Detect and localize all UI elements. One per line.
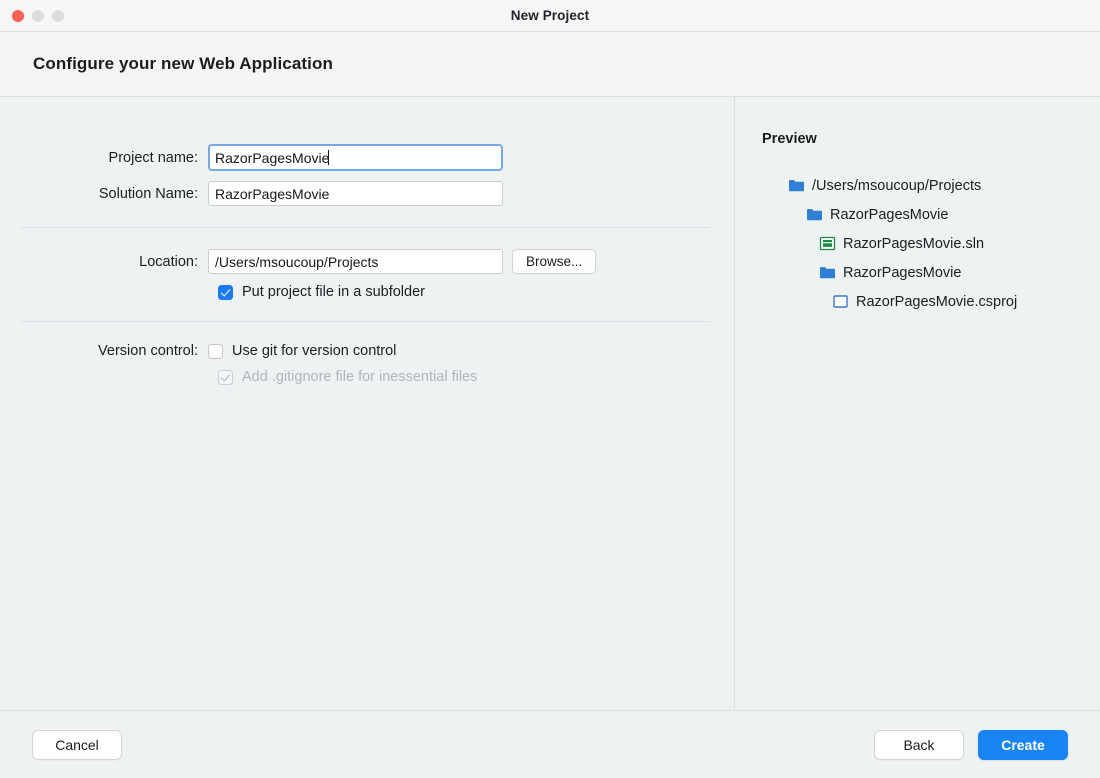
folder-icon: [819, 264, 836, 281]
text-caret: [328, 150, 329, 165]
preview-tree-node: RazorPagesMovie.sln: [762, 229, 1100, 258]
subfolder-label[interactable]: Put project file in a subfolder: [242, 284, 425, 300]
location-input[interactable]: /Users/msoucoup/Projects: [208, 249, 503, 274]
minimize-window-icon[interactable]: [32, 10, 44, 22]
project-name-label: Project name:: [0, 150, 208, 166]
preview-node-label: RazorPagesMovie: [843, 265, 961, 281]
preview-node-label: RazorPagesMovie: [830, 207, 948, 223]
configuration-form: Project name: RazorPagesMovie Solution N…: [0, 97, 734, 385]
gitignore-row: Add .gitignore file for inessential file…: [0, 369, 734, 385]
folder-icon: [806, 206, 823, 223]
gitignore-checkbox: [218, 370, 233, 385]
preview-node-label: RazorPagesMovie.sln: [843, 236, 984, 252]
configuration-pane: Project name: RazorPagesMovie Solution N…: [0, 97, 735, 710]
preview-title: Preview: [762, 131, 1100, 147]
cancel-button[interactable]: Cancel: [32, 730, 122, 760]
preview-tree-node: RazorPagesMovie: [762, 200, 1100, 229]
subfolder-checkbox[interactable]: [218, 285, 233, 300]
use-git-checkbox[interactable]: [208, 344, 223, 359]
maximize-window-icon[interactable]: [52, 10, 64, 22]
location-label: Location:: [0, 254, 208, 270]
location-row: Location: /Users/msoucoup/Projects Brows…: [0, 249, 734, 274]
dialog-header: Configure your new Web Application: [0, 32, 1100, 97]
project-name-input[interactable]: RazorPagesMovie: [208, 144, 503, 171]
preview-node-label: /Users/msoucoup/Projects: [812, 178, 981, 194]
title-bar: New Project: [0, 0, 1100, 32]
gitignore-label: Add .gitignore file for inessential file…: [242, 369, 477, 385]
window-title: New Project: [0, 8, 1100, 23]
project-file-icon: [832, 293, 849, 310]
solution-file-icon: [819, 235, 836, 252]
solution-name-row: Solution Name: RazorPagesMovie: [0, 181, 734, 206]
page-title: Configure your new Web Application: [33, 54, 333, 74]
browse-button[interactable]: Browse...: [512, 249, 596, 274]
footer-actions: Back Create: [874, 730, 1068, 760]
back-button[interactable]: Back: [874, 730, 964, 760]
project-name-value: RazorPagesMovie: [215, 150, 329, 166]
new-project-dialog: New Project Configure your new Web Appli…: [0, 0, 1100, 778]
preview-tree-node: /Users/msoucoup/Projects: [762, 171, 1100, 200]
form-divider-1: [20, 227, 710, 228]
close-window-icon[interactable]: [12, 10, 24, 22]
project-name-row: Project name: RazorPagesMovie: [0, 144, 734, 171]
dialog-body: Project name: RazorPagesMovie Solution N…: [0, 97, 1100, 710]
preview-tree-node: RazorPagesMovie: [762, 258, 1100, 287]
location-value: /Users/msoucoup/Projects: [215, 254, 378, 270]
traffic-lights: [0, 10, 64, 22]
preview-tree-node: RazorPagesMovie.csproj: [762, 287, 1100, 316]
form-divider-2: [20, 321, 710, 322]
solution-name-input[interactable]: RazorPagesMovie: [208, 181, 503, 206]
use-git-label[interactable]: Use git for version control: [232, 343, 396, 359]
preview-pane: Preview /Users/msoucoup/Projects RazorPa…: [735, 97, 1100, 710]
dialog-footer: Cancel Back Create: [0, 710, 1100, 778]
folder-icon: [788, 177, 805, 194]
subfolder-row: Put project file in a subfolder: [0, 284, 734, 300]
preview-node-label: RazorPagesMovie.csproj: [856, 294, 1017, 310]
use-git-row: Version control: Use git for version con…: [0, 343, 734, 359]
version-control-label: Version control:: [0, 343, 208, 359]
create-button[interactable]: Create: [978, 730, 1068, 760]
solution-name-value: RazorPagesMovie: [215, 186, 329, 202]
solution-name-label: Solution Name:: [0, 186, 208, 202]
